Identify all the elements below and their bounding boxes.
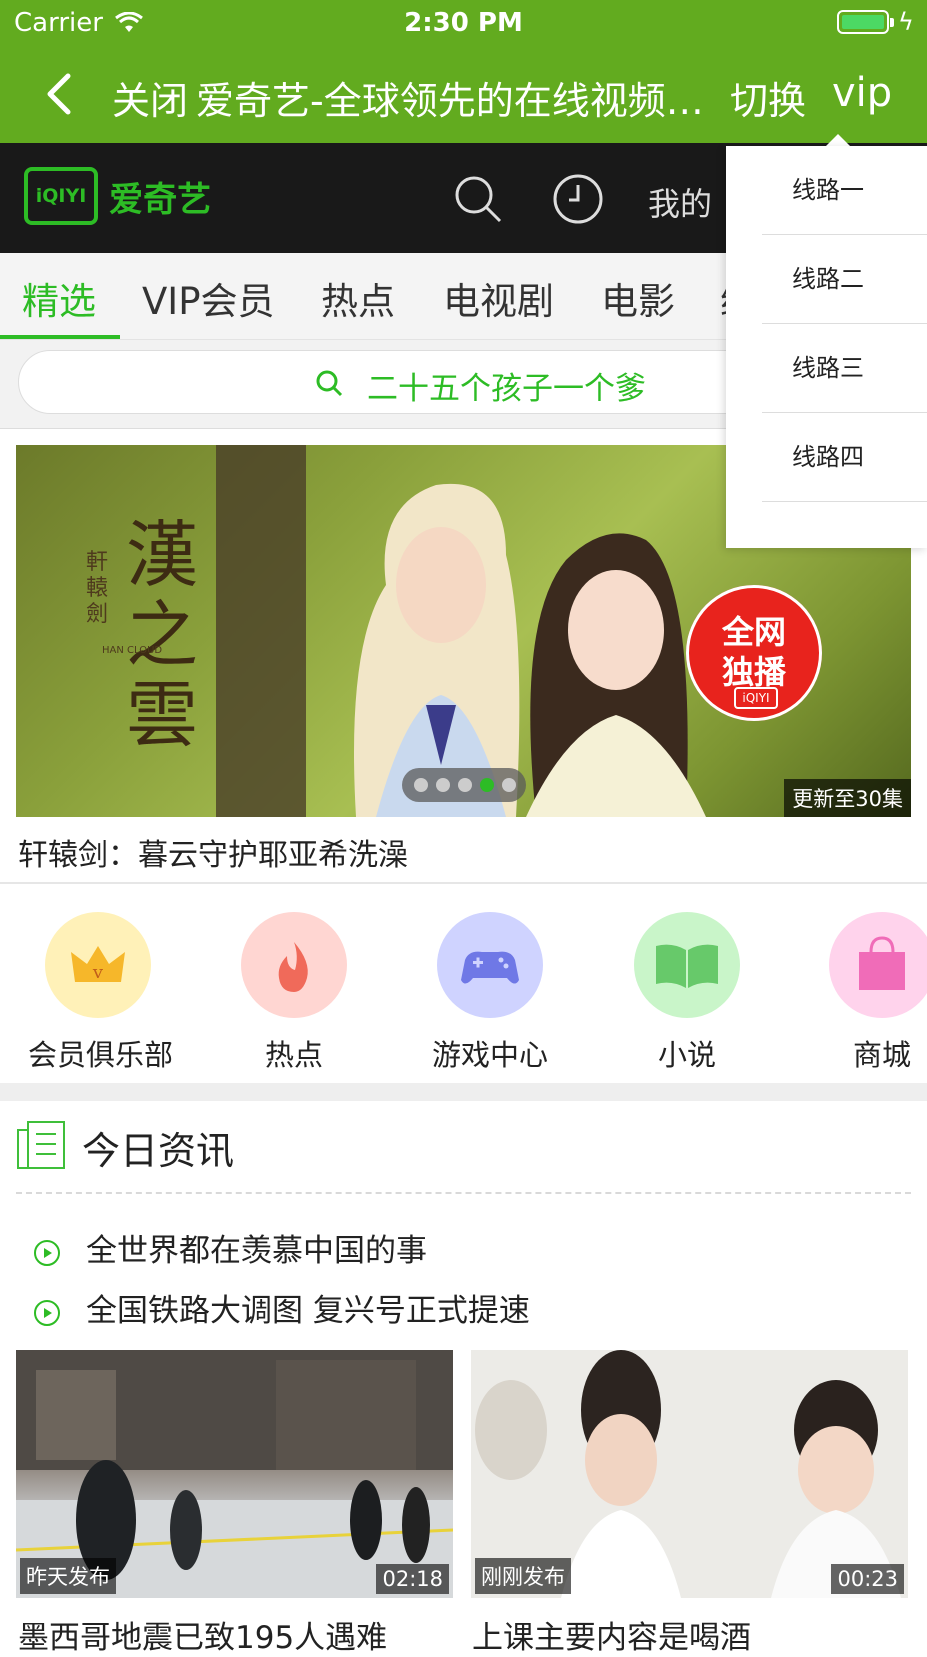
book-icon (634, 912, 740, 1018)
carousel-dot-active[interactable] (480, 778, 494, 792)
play-icon (34, 1239, 60, 1266)
crown-icon: v (45, 912, 151, 1018)
back-icon[interactable] (40, 72, 80, 116)
vip-button[interactable]: vip (832, 70, 892, 116)
news-item-text: 全世界都在羡慕中国的事 (86, 1233, 427, 1269)
banner-title[interactable]: 轩辕剑：暮云守护耶亚希洗澡 (18, 830, 408, 874)
news-item[interactable]: 全世界都在羡慕中国的事 (34, 1225, 427, 1270)
poster-calligraphy: 漢之雲 (126, 513, 199, 757)
publish-label: 刚刚发布 (475, 1558, 571, 1594)
poster-side-text: 軒轅劍 (86, 550, 109, 627)
logo-text: 爱奇艺 (109, 179, 212, 220)
tab-tv-series[interactable]: 电视剧 (443, 271, 554, 325)
history-clock-icon[interactable] (552, 173, 604, 225)
section-divider (0, 1083, 927, 1101)
play-icon (34, 1299, 60, 1326)
menu-pointer (826, 134, 850, 146)
video-title[interactable]: 上课主要内容是喝酒 (472, 1612, 751, 1657)
news-item[interactable]: 全国铁路大调图 复兴号正式提速 (34, 1285, 530, 1330)
category-mall[interactable]: 商城 (812, 912, 927, 1074)
route-menu: 线路一 线路二 线路三 线路四 (726, 146, 927, 548)
exclusive-badge: 全网 独播 iQIYI (686, 585, 822, 721)
active-tab-indicator (0, 335, 120, 339)
publish-label: 昨天发布 (20, 1558, 116, 1594)
category-label: 热点 (264, 1038, 323, 1072)
gamepad-icon (437, 912, 543, 1018)
page-title: 爱奇艺-全球领先的在线视频… (196, 79, 704, 123)
video-title[interactable]: 墨西哥地震已致195人遇难 (18, 1612, 387, 1657)
charging-icon: ϟ (898, 8, 914, 36)
tab-movies[interactable]: 电影 (601, 271, 675, 325)
category-hot[interactable]: 热点 (224, 912, 364, 1074)
news-section-title: 今日资讯 (82, 1129, 235, 1173)
menu-item-route-1[interactable]: 线路一 (762, 146, 927, 235)
news-item-text: 全国铁路大调图 复兴号正式提速 (86, 1293, 530, 1329)
category-label: 小说 (657, 1038, 716, 1072)
tab-hot[interactable]: 热点 (321, 271, 395, 325)
top-bar: Carrier 2:30 PM ϟ 关闭 爱奇艺-全球领先的在线视频… 切换 v… (0, 0, 927, 143)
video-thumbnail[interactable]: 昨天发布 02:18 (16, 1350, 453, 1598)
shopping-bag-icon (829, 912, 927, 1018)
video-duration: 02:18 (376, 1564, 449, 1594)
category-vip-club[interactable]: v 会员俱乐部 (28, 912, 174, 1074)
category-game-center[interactable]: 游戏中心 (420, 912, 560, 1074)
menu-item-route-3[interactable]: 线路三 (762, 324, 927, 413)
iqiyi-logo[interactable]: iQIYI 爱奇艺 (24, 167, 211, 225)
news-list-icon (17, 1121, 65, 1169)
clock-time: 2:30 PM (404, 8, 523, 38)
category-label: 会员俱乐部 (28, 1038, 174, 1072)
battery-icon (837, 10, 894, 34)
search-placeholder: 二十五个孩子一个爹 (367, 371, 646, 407)
search-icon[interactable] (452, 173, 504, 225)
svg-text:v: v (92, 962, 104, 983)
logo-mark: iQIYI (24, 167, 98, 225)
flame-icon (241, 912, 347, 1018)
episode-badge: 更新至30集 (784, 779, 911, 817)
category-label: 游戏中心 (431, 1038, 548, 1072)
carousel-indicator[interactable] (402, 768, 526, 802)
carousel-dot[interactable] (414, 778, 428, 792)
video-thumbnail[interactable]: 刚刚发布 00:23 (471, 1350, 908, 1598)
poster-actress-image (526, 533, 706, 817)
video-duration: 00:23 (831, 1564, 904, 1594)
my-account-link[interactable]: 我的 (648, 179, 712, 225)
switch-button[interactable]: 切换 (730, 70, 806, 125)
divider (0, 882, 927, 884)
banner-background (216, 445, 306, 817)
tab-featured[interactable]: 精选 (22, 271, 96, 325)
nav-bar: 关闭 爱奇艺-全球领先的在线视频… 切换 vip (0, 60, 927, 130)
menu-item-route-2[interactable]: 线路二 (762, 235, 927, 324)
close-link[interactable]: 关闭 (112, 70, 188, 125)
category-label: 商城 (852, 1038, 911, 1072)
search-icon (316, 370, 343, 397)
category-novels[interactable]: 小说 (617, 912, 757, 1074)
carousel-dot[interactable] (502, 778, 516, 792)
carousel-dot[interactable] (458, 778, 472, 792)
carousel-dot[interactable] (436, 778, 450, 792)
tab-vip[interactable]: VIP会员 (142, 271, 275, 325)
menu-item-route-4[interactable]: 线路四 (762, 413, 927, 502)
dashed-divider (16, 1192, 911, 1194)
poster-english-title: HAN CLOUD (102, 645, 163, 656)
badge-logo: iQIYI (734, 687, 778, 709)
status-bar: Carrier 2:30 PM ϟ (0, 0, 927, 46)
